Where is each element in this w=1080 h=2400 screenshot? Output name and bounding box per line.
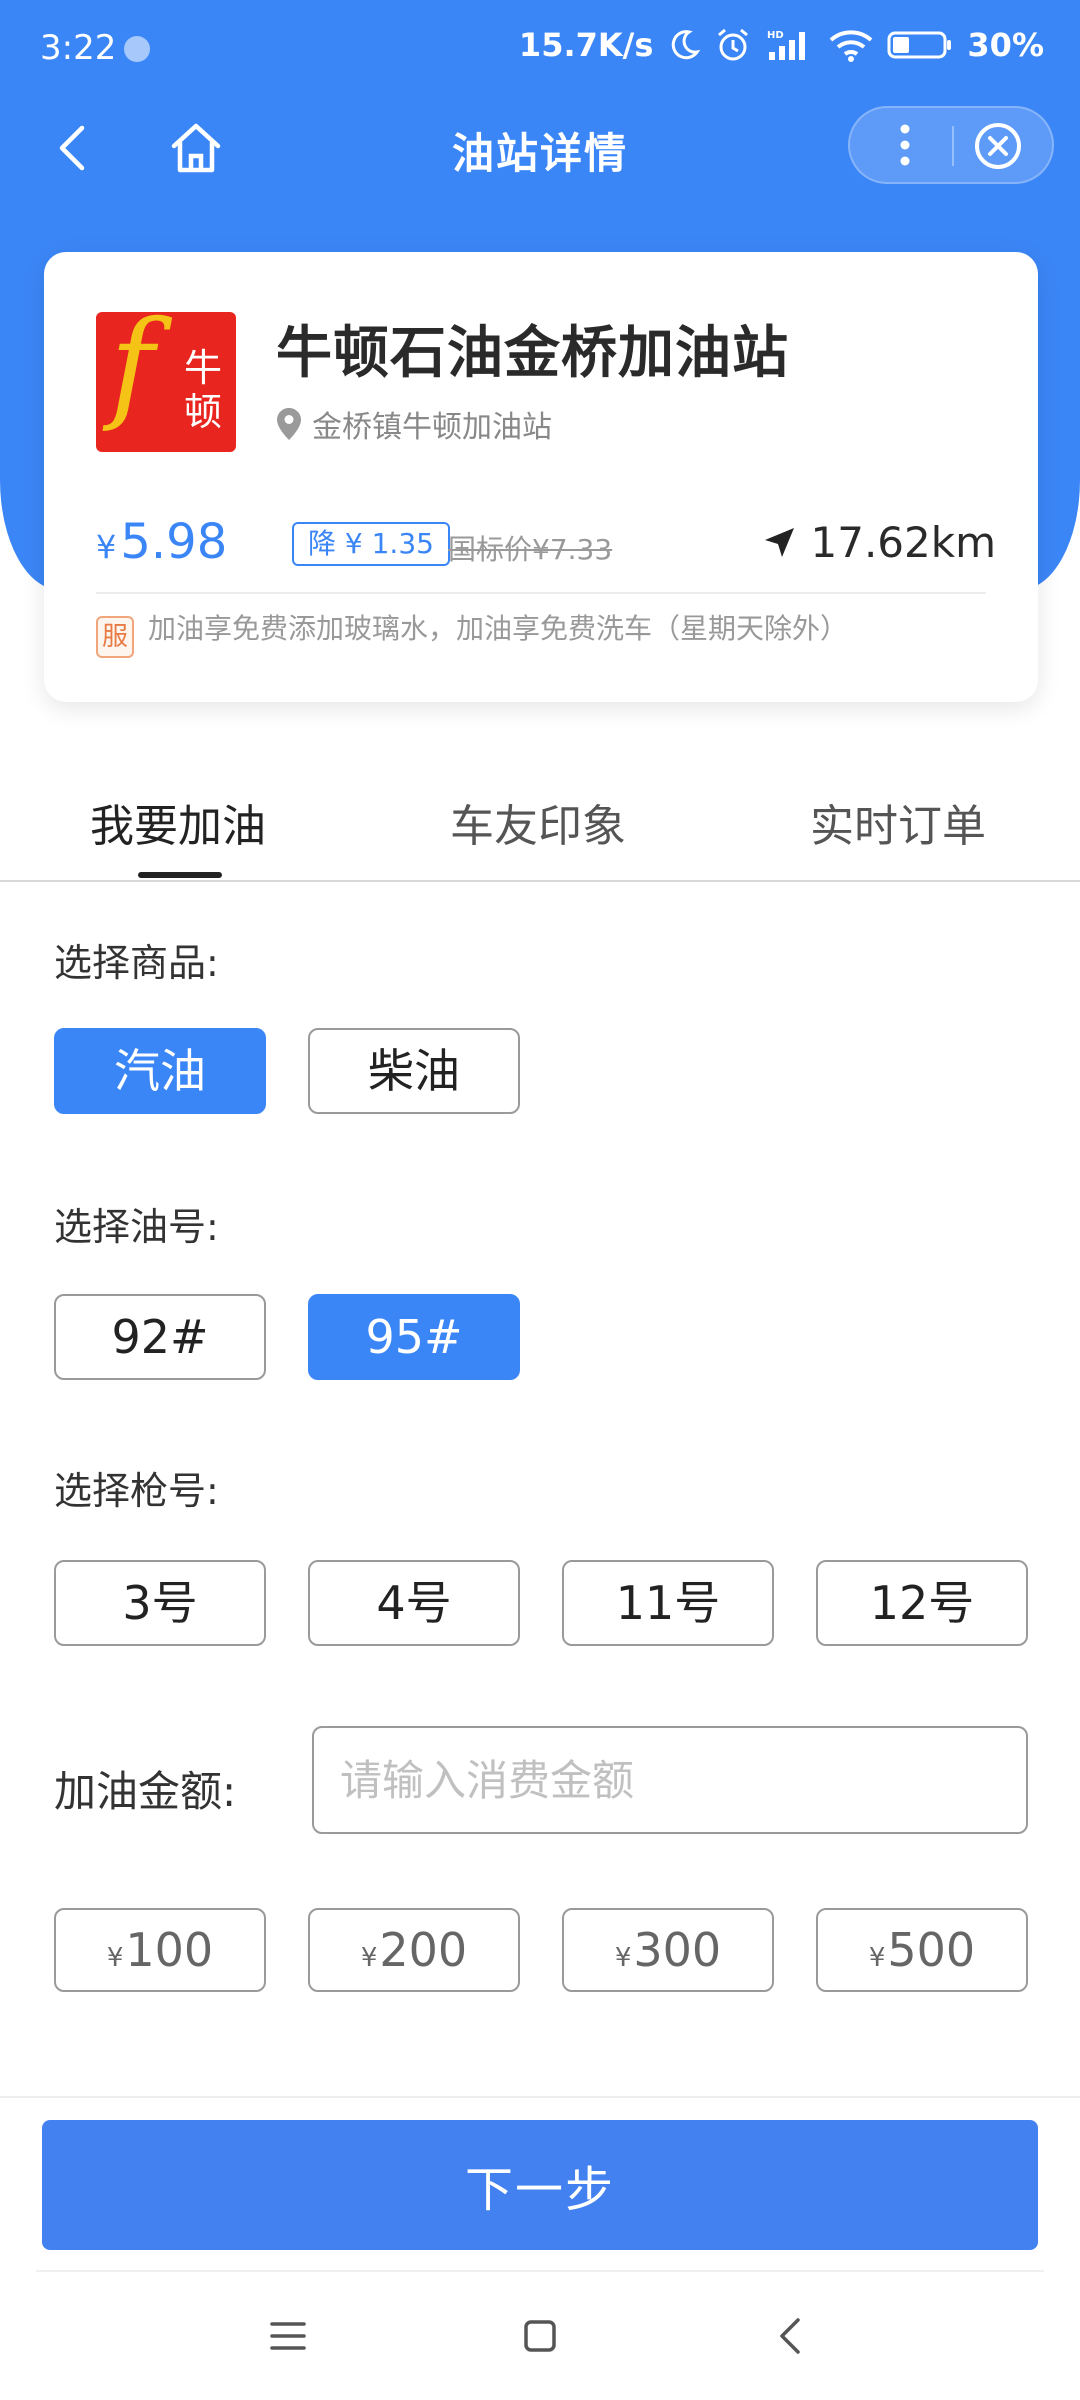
gun-option-11[interactable]: 11号 [562, 1560, 774, 1646]
navigation-arrow-icon [764, 527, 794, 557]
goods-option-gasoline[interactable]: 汽油 [54, 1028, 266, 1114]
gun-option-4[interactable]: 4号 [308, 1560, 520, 1646]
oil-option-95[interactable]: 95# [308, 1294, 520, 1380]
network-speed: 15.7K/s [518, 26, 654, 64]
service-tag: 服 [96, 616, 134, 658]
price-value: 5.98 [120, 514, 228, 570]
service-info: 服 加油享免费添加玻璃水，加油享免费洗车（星期天除外） [96, 608, 916, 658]
quick-amount-100[interactable]: ¥100 [54, 1908, 266, 1992]
capsule-divider [952, 126, 954, 166]
moon-icon [672, 30, 701, 60]
mini-program-capsule [848, 106, 1054, 184]
oil-number-label: 选择油号: [54, 1205, 219, 1249]
quick-amount-value: 200 [379, 1923, 468, 1977]
quick-amount-500[interactable]: ¥500 [816, 1908, 1028, 1992]
svg-text:HD: HD [767, 30, 784, 41]
logo-text: 牛顿 [183, 346, 222, 434]
price-currency: ¥ [96, 528, 117, 566]
card-divider [96, 592, 986, 594]
battery-icon [887, 31, 952, 59]
gun-option-3[interactable]: 3号 [54, 1560, 266, 1646]
logo-letter: f [110, 312, 155, 435]
menu-icon[interactable] [258, 2306, 318, 2366]
title-bar: 油站详情 [0, 100, 1080, 196]
amount-currency: ¥ [106, 1943, 124, 1973]
distance[interactable]: 17.62km [761, 518, 996, 567]
status-indicators: 15.7K/s HD 30% [519, 26, 1044, 64]
status-bar: 3:22 15.7K/s HD 30% [0, 0, 1080, 96]
amount-currency: ¥ [868, 1943, 886, 1973]
amount-label: 加油金额: [54, 1767, 237, 1816]
close-icon[interactable] [972, 120, 1024, 172]
goods-option-diesel[interactable]: 柴油 [308, 1028, 520, 1114]
amount-currency: ¥ [360, 1943, 378, 1973]
shield-icon [124, 36, 150, 62]
station-logo: f 牛顿 [96, 312, 236, 452]
national-price: 国标价¥7.33 [448, 533, 613, 566]
system-nav-bar [0, 2290, 1080, 2380]
distance-value: 17.62km [810, 518, 996, 567]
battery-level: 30% [967, 26, 1044, 64]
service-text: 加油享免费添加玻璃水，加油享免费洗车（星期天除外） [148, 612, 849, 645]
more-icon[interactable] [880, 120, 930, 170]
wifi-icon [830, 30, 873, 62]
discount-badge: 降 ¥ 1.35 [292, 522, 450, 566]
gun-option-12[interactable]: 12号 [816, 1560, 1028, 1646]
alarm-icon [718, 28, 749, 61]
quick-amount-value: 300 [633, 1923, 722, 1977]
tab-orders[interactable]: 实时订单 [810, 790, 986, 854]
tab-reviews[interactable]: 车友印象 [450, 790, 626, 854]
quick-amount-300[interactable]: ¥300 [562, 1908, 774, 1992]
station-address[interactable]: 金桥镇牛顿加油站 [276, 402, 552, 446]
address-text: 金桥镇牛顿加油站 [312, 410, 552, 445]
location-pin-icon [277, 408, 301, 440]
tab-refuel[interactable]: 我要加油 [90, 790, 266, 854]
bottom-divider [0, 2096, 1080, 2098]
home-square-icon[interactable] [510, 2306, 570, 2366]
next-step-button[interactable]: 下一步 [42, 2120, 1038, 2250]
goods-label: 选择商品: [54, 941, 219, 985]
amount-currency: ¥ [614, 1943, 632, 1973]
station-card: f 牛顿 牛顿石油金桥加油站 金桥镇牛顿加油站 ¥5.98 降 ¥ 1.35 国… [44, 252, 1038, 702]
oil-option-92[interactable]: 92# [54, 1294, 266, 1380]
signal-icon: HD [767, 30, 806, 60]
gun-number-label: 选择枪号: [54, 1469, 219, 1513]
price-row: ¥5.98 降 ¥ 1.35 国标价¥7.33 17.62km [96, 514, 996, 574]
current-price: ¥5.98 [96, 514, 227, 570]
tab-bar: 我要加油 车友印象 实时订单 [0, 778, 1080, 882]
nav-back-icon[interactable] [762, 2306, 822, 2366]
amount-input[interactable] [312, 1726, 1028, 1834]
quick-amount-200[interactable]: ¥200 [308, 1908, 520, 1992]
status-time: 3:22 [40, 28, 117, 68]
tab-indicator [138, 872, 222, 878]
nav-divider [36, 2270, 1044, 2272]
quick-amount-value: 100 [125, 1923, 214, 1977]
quick-amount-value: 500 [887, 1923, 976, 1977]
station-name: 牛顿石油金桥加油站 [276, 321, 789, 386]
